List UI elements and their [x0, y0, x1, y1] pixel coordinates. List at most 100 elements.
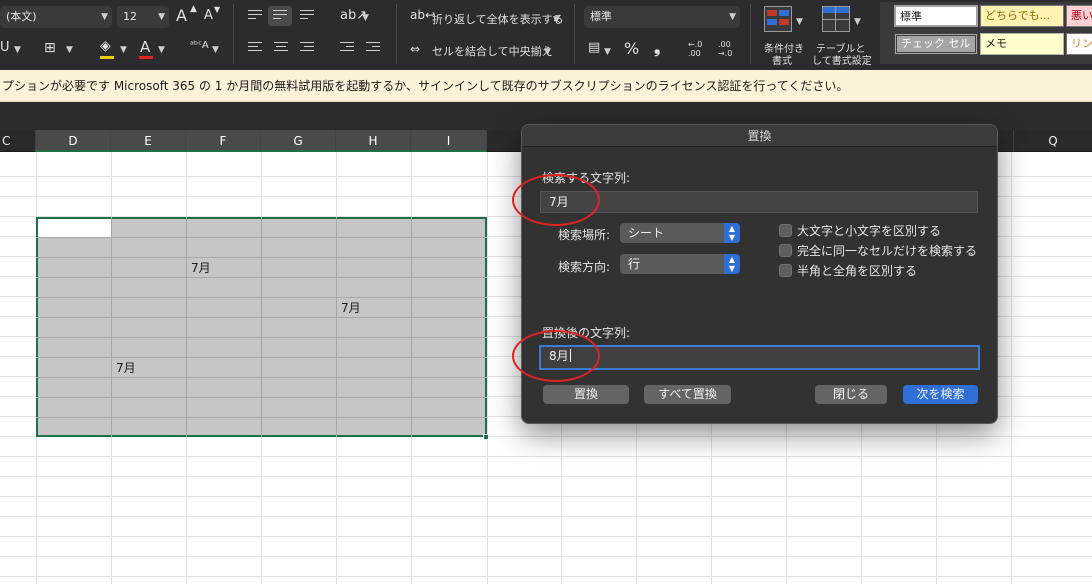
excel-window: (本文) ▼ 12 ▼ A ▲ A ▼ U ▼ ⊞ ▼ ◈ ▼ A ▼ ᵃᵇᶜA…: [0, 0, 1092, 584]
width-checkbox[interactable]: [779, 264, 792, 277]
chevron-down-icon: ▼: [544, 47, 551, 57]
column-header-j[interactable]: [487, 130, 522, 152]
align-center-icon[interactable]: [274, 42, 288, 54]
format-as-table-icon[interactable]: [822, 6, 850, 32]
grow-font-arrow-icon: ▲: [190, 4, 197, 14]
column-header-p[interactable]: [998, 130, 1014, 152]
format-as-table-label-2: して書式設定: [812, 56, 872, 67]
chevron-down-icon: ▼: [101, 12, 108, 22]
merge-center-button[interactable]: セルを結合して中央揃え: [432, 43, 553, 59]
fill-color-swatch: [100, 56, 114, 59]
font-size-select[interactable]: 12 ▼: [117, 6, 169, 28]
number-format-select[interactable]: 標準 ▼: [584, 6, 740, 28]
ribbon-divider: [574, 4, 575, 64]
grow-font-button[interactable]: A: [176, 6, 187, 25]
option-whole-cell[interactable]: 完全に同一なセルだけを検索する: [779, 243, 977, 259]
decrease-decimal-button[interactable]: .00 →.0: [718, 40, 742, 58]
accounting-format-icon[interactable]: ▤: [588, 40, 600, 55]
shrink-font-arrow-icon: ▼: [214, 5, 221, 14]
dialog-title-bar[interactable]: 置換: [522, 125, 997, 147]
whole-cell-checkbox[interactable]: [779, 244, 792, 257]
direction-select[interactable]: 行 ▲ ▼: [620, 254, 740, 274]
increase-decimal-button[interactable]: ←.0 .00: [688, 40, 712, 58]
cell-h-value[interactable]: 7月: [341, 298, 361, 318]
cell-styles-gallery: 標準 どちらでも... 悪い チェック セル メモ リン: [880, 2, 1092, 64]
decrease-indent-icon[interactable]: [340, 42, 354, 54]
align-bottom-icon[interactable]: [300, 10, 314, 22]
column-header-g[interactable]: G: [261, 130, 336, 152]
column-header-h[interactable]: H: [336, 130, 411, 152]
style-neutral[interactable]: どちらでも...: [980, 5, 1064, 27]
cell-f-value[interactable]: 7月: [191, 258, 211, 278]
chevron-down-icon: ▼: [66, 45, 73, 55]
underline-icon[interactable]: U: [0, 40, 10, 55]
align-left-icon[interactable]: [248, 42, 262, 54]
percent-button[interactable]: %: [624, 39, 639, 58]
column-header-c[interactable]: C: [0, 130, 36, 152]
fill-color-icon[interactable]: ◈: [100, 38, 111, 54]
direction-value: 行: [628, 257, 641, 271]
font-name-select[interactable]: (本文) ▼: [0, 6, 112, 28]
font-name-value: (本文): [6, 10, 37, 23]
chevron-down-icon: ▼: [729, 12, 736, 22]
replace-dialog: 置換 検索する文字列: 7月 検索場所: シート ▲ ▼ 検索方向: 行 ▲ ▼ 大…: [521, 124, 998, 424]
scope-label: 検索場所:: [558, 228, 611, 242]
width-label: 半角と全角を区別する: [797, 264, 918, 278]
align-middle-button[interactable]: [268, 6, 292, 26]
find-next-button[interactable]: 次を検索: [903, 385, 978, 404]
comma-style-button[interactable]: ❟: [654, 38, 660, 58]
font-color-swatch: [139, 56, 153, 59]
align-right-icon[interactable]: [300, 42, 314, 54]
column-header-q[interactable]: Q: [1014, 130, 1092, 152]
merge-center-icon: ⇔: [410, 42, 421, 56]
find-input[interactable]: 7月: [540, 191, 978, 213]
option-width[interactable]: 半角と全角を区別する: [779, 263, 917, 279]
ribbon-divider: [750, 4, 751, 64]
style-note[interactable]: メモ: [980, 33, 1064, 55]
style-normal[interactable]: 標準: [894, 5, 978, 27]
chevron-down-icon: ▼: [604, 47, 611, 57]
ribbon-divider: [233, 4, 234, 64]
select-arrows-icon: ▲ ▼: [724, 223, 740, 243]
font-color-button[interactable]: A: [140, 38, 150, 56]
replace-input[interactable]: 8月: [539, 345, 980, 370]
style-check-cell[interactable]: チェック セル: [894, 33, 978, 55]
replace-all-button[interactable]: すべて置換: [644, 385, 731, 404]
annotation-circle-find: [512, 174, 600, 226]
chevron-down-icon: ▼: [854, 17, 861, 27]
active-cell[interactable]: [38, 219, 111, 237]
conditional-formatting-icon[interactable]: [764, 6, 792, 32]
dialog-title: 置換: [747, 129, 772, 143]
cell-e-value[interactable]: 7月: [116, 358, 136, 378]
phonetic-icon[interactable]: ᵃᵇᶜA: [190, 40, 209, 51]
license-notification-bar: プションが必要です Microsoft 365 の 1 か月間の無料試用版を起動…: [0, 70, 1092, 102]
scope-value: シート: [628, 226, 665, 240]
match-case-label: 大文字と小文字を区別する: [797, 224, 942, 238]
conditional-formatting-label-2: 書式: [772, 56, 792, 67]
borders-icon[interactable]: ⊞: [44, 40, 56, 56]
align-top-icon[interactable]: [248, 10, 262, 22]
style-link[interactable]: リン: [1066, 33, 1092, 55]
chevron-down-icon: ▼: [362, 13, 369, 23]
shrink-font-button[interactable]: A: [204, 8, 213, 23]
option-match-case[interactable]: 大文字と小文字を区別する: [779, 223, 941, 239]
column-header-e[interactable]: E: [111, 130, 186, 152]
ribbon-divider: [396, 4, 397, 64]
column-header-i[interactable]: I: [411, 130, 487, 152]
scope-select[interactable]: シート ▲ ▼: [620, 223, 740, 243]
font-size-value: 12: [123, 10, 137, 23]
wrap-text-button[interactable]: 折り返して全体を表示する: [432, 11, 564, 27]
number-format-value: 標準: [590, 10, 612, 23]
close-button[interactable]: 閉じる: [815, 385, 887, 404]
column-header-f[interactable]: F: [186, 130, 261, 152]
increase-indent-icon[interactable]: [366, 42, 380, 54]
fill-handle[interactable]: [483, 434, 489, 440]
replace-button[interactable]: 置換: [543, 385, 629, 404]
chevron-down-icon: ▼: [212, 45, 219, 55]
style-bad[interactable]: 悪い: [1066, 5, 1092, 27]
chevron-down-icon: ▼: [796, 17, 803, 27]
align-middle-icon: [273, 10, 287, 22]
match-case-checkbox[interactable]: [779, 224, 792, 237]
column-header-d[interactable]: D: [36, 130, 111, 152]
chevron-down-icon: ▼: [553, 15, 560, 25]
